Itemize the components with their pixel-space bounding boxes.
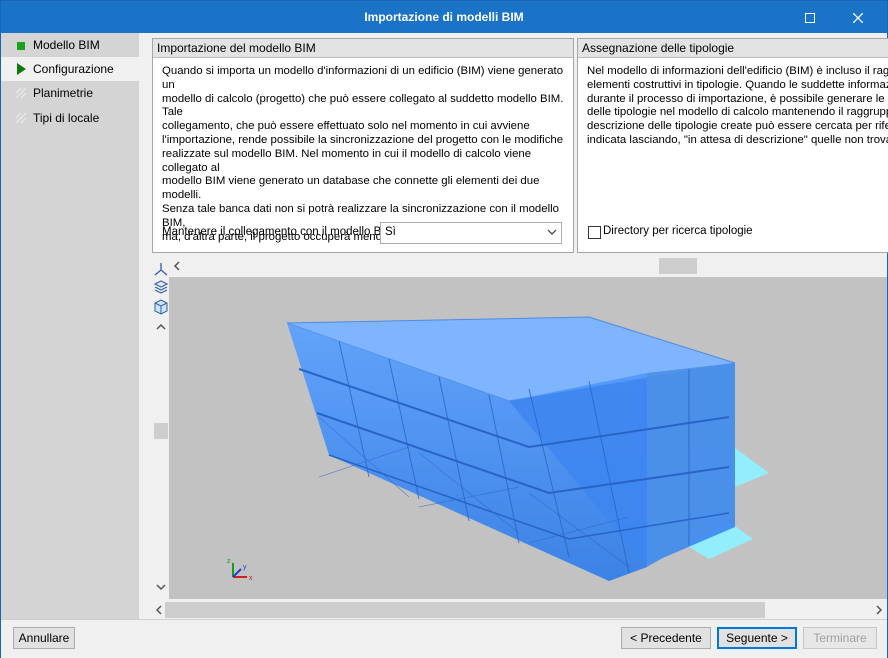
step-current-arrow-icon bbox=[17, 63, 26, 75]
step-modello-bim[interactable]: Modello BIM bbox=[1, 33, 139, 57]
finish-button[interactable]: Terminare bbox=[803, 627, 877, 649]
step-configurazione[interactable]: Configurazione bbox=[1, 57, 139, 81]
building-model-3d: z y x bbox=[227, 316, 769, 582]
step-label: Planimetrie bbox=[33, 86, 94, 100]
wizard-steps: Modello BIM Configurazione Planimetrie T… bbox=[1, 33, 139, 619]
keep-link-select[interactable]: Sì bbox=[380, 222, 562, 244]
3d-canvas[interactable]: z y x bbox=[169, 277, 887, 599]
axis-label-y: y bbox=[243, 564, 247, 571]
maximize-icon bbox=[805, 12, 815, 23]
typology-group: Assegnazione delle tipologie Nel modello… bbox=[577, 38, 888, 253]
previous-button[interactable]: < Precedente bbox=[621, 627, 711, 649]
wizard-footer: Annullare < Precedente Seguente > Termin… bbox=[1, 619, 887, 658]
step-pending-icon bbox=[16, 113, 26, 123]
import-description: Quando si importa un modello d'informazi… bbox=[162, 65, 564, 243]
cancel-button[interactable]: Annullare bbox=[13, 627, 75, 649]
step-pending-icon bbox=[16, 88, 26, 98]
keep-link-value: Sì bbox=[385, 226, 396, 238]
group-header: Importazione del modello BIM bbox=[153, 39, 573, 58]
close-icon bbox=[852, 12, 864, 24]
group-header: Assegnazione delle tipologie bbox=[578, 39, 888, 58]
chevron-up-icon[interactable] bbox=[156, 323, 166, 331]
vertical-scrollbar[interactable] bbox=[153, 319, 169, 599]
chevron-left-icon[interactable] bbox=[173, 261, 181, 271]
chevron-down-icon bbox=[547, 229, 557, 235]
model-viewer: z y x bbox=[153, 257, 887, 619]
directory-checkbox-label: Directory per ricerca tipologie bbox=[603, 225, 753, 237]
step-label: Tipi di locale bbox=[33, 111, 100, 125]
step-label: Modello BIM bbox=[33, 38, 100, 52]
bim-import-group: Importazione del modello BIM Quando si i… bbox=[152, 38, 574, 253]
axes-view-icon[interactable] bbox=[153, 261, 169, 277]
step-label: Configurazione bbox=[33, 62, 114, 76]
3d-cube-icon[interactable] bbox=[153, 299, 169, 315]
directory-checkbox[interactable] bbox=[588, 226, 601, 239]
axis-gizmo: z y x bbox=[227, 558, 253, 582]
chevron-left-icon[interactable] bbox=[155, 605, 163, 615]
axis-label-x: x bbox=[249, 575, 253, 582]
close-button[interactable] bbox=[835, 1, 881, 33]
next-button[interactable]: Seguente > bbox=[717, 627, 797, 649]
axis-label-z: z bbox=[227, 558, 231, 565]
scroll-thumb[interactable] bbox=[165, 602, 765, 618]
step-tipi-di-locale[interactable]: Tipi di locale bbox=[1, 106, 139, 130]
scroll-thumb[interactable] bbox=[154, 423, 168, 439]
chevron-down-icon[interactable] bbox=[156, 583, 166, 591]
title-bar: Importazione di modelli BIM bbox=[1, 1, 887, 33]
layers-icon[interactable] bbox=[153, 279, 169, 295]
top-scrollbar[interactable] bbox=[169, 257, 887, 275]
scroll-thumb[interactable] bbox=[659, 258, 697, 274]
step-planimetrie[interactable]: Planimetrie bbox=[1, 81, 139, 105]
chevron-right-icon[interactable] bbox=[875, 605, 883, 615]
bottom-scrollbar[interactable] bbox=[153, 601, 887, 619]
dialog-window: Importazione di modelli BIM Modello BIM … bbox=[0, 0, 888, 658]
main-panel: Importazione del modello BIM Quando si i… bbox=[139, 33, 888, 619]
window-title: Importazione di modelli BIM bbox=[364, 10, 524, 24]
maximize-button[interactable] bbox=[787, 1, 833, 33]
typology-description: Nel modello di informazioni dell'edifici… bbox=[587, 65, 888, 146]
step-done-icon bbox=[17, 42, 25, 50]
keep-link-label: Mantenere il collegamento con il modello… bbox=[162, 226, 395, 238]
